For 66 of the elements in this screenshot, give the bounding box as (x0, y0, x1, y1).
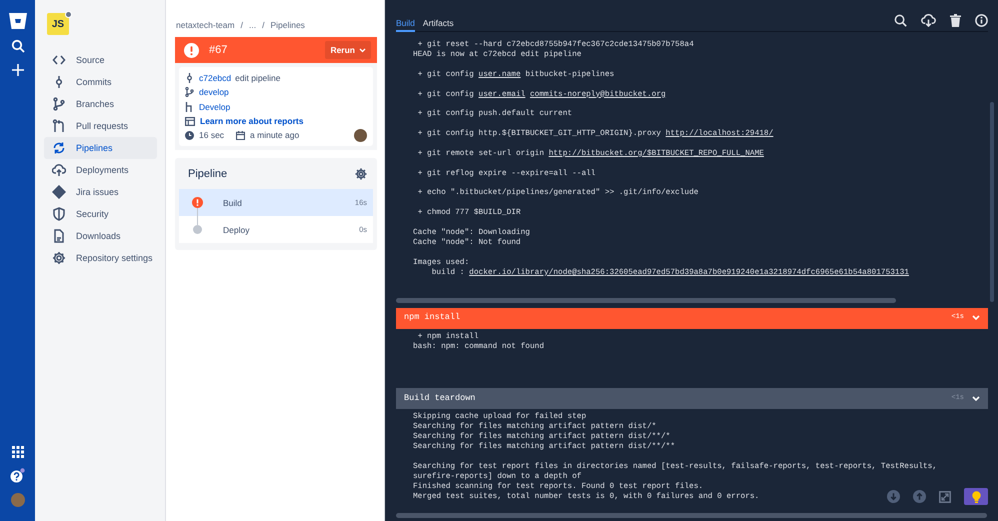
pull-request-icon (52, 119, 66, 133)
author-avatar (354, 128, 367, 142)
rerun-button[interactable]: Rerun (325, 41, 371, 59)
sidebar-item[interactable]: Pipelines (44, 137, 157, 159)
breadcrumb-separator: / (240, 20, 243, 30)
commit-message: edit pipeline (235, 73, 281, 84)
expand-icon[interactable] (939, 490, 951, 502)
repository-avatar[interactable]: JS (47, 13, 69, 35)
caret-icon (359, 48, 366, 52)
sidebar-item[interactable]: Commits (44, 71, 157, 93)
search-icon[interactable] (894, 14, 907, 27)
settings-icon[interactable] (355, 168, 367, 180)
sidebar-item[interactable]: Security (44, 203, 157, 225)
deployment-icon (185, 102, 194, 112)
breadcrumb-link[interactable]: ... (248, 20, 256, 30)
commit-icon (185, 73, 194, 84)
commit-hash-link[interactable]: c72ebcd (199, 73, 232, 84)
diamond-icon (52, 185, 66, 199)
cycle-icon (52, 141, 66, 155)
log-tab[interactable]: Artifacts (422, 18, 454, 32)
deployment-link[interactable]: Develop (199, 102, 230, 112)
branch-icon (185, 87, 194, 98)
bucket-logo-icon[interactable] (8, 13, 26, 29)
trash-icon[interactable] (950, 14, 961, 27)
lightbulb-icon (972, 490, 980, 502)
code-icon (52, 53, 66, 67)
plus-icon[interactable] (10, 63, 24, 77)
log-tab[interactable]: Build (396, 18, 415, 32)
pipeline-title: Pipeline (188, 168, 228, 180)
search-icon[interactable] (10, 39, 24, 53)
sidebar-item[interactable]: Deployments (44, 159, 157, 181)
vertical-scrollbar[interactable] (990, 102, 994, 302)
cloud-upload-icon (52, 163, 66, 177)
log-step-title: npm install (404, 313, 460, 324)
document-icon (52, 229, 66, 243)
info-icon[interactable] (975, 14, 988, 27)
settings-icon (52, 251, 66, 265)
cloud-download-icon[interactable] (921, 14, 936, 27)
sidebar-item[interactable]: Downloads (44, 225, 157, 247)
time-text: a minute ago (250, 130, 300, 140)
shield-icon (52, 207, 66, 221)
breadcrumb-separator: / (262, 20, 264, 30)
sidebar-item[interactable]: Pull requests (44, 115, 157, 137)
tips-button[interactable] (964, 488, 988, 505)
sidebar-item[interactable]: Jira issues (44, 181, 157, 203)
chevron-down-icon[interactable] (972, 315, 980, 322)
log-step-title: Build teardown (404, 394, 476, 404)
clock-icon (185, 130, 194, 140)
chevron-down-icon[interactable] (972, 396, 980, 402)
breadcrumb-link[interactable]: Pipelines (270, 20, 305, 30)
run-number: #67 (209, 44, 228, 56)
reports-link[interactable]: Learn more about reports (200, 116, 304, 126)
app-grid-icon[interactable] (12, 446, 24, 458)
help-icon[interactable] (10, 468, 25, 483)
branch-link[interactable]: develop (199, 87, 229, 98)
sidebar-item[interactable]: Branches (44, 93, 157, 115)
error-icon (184, 42, 199, 58)
branch-icon (52, 97, 66, 111)
horizontal-scrollbar[interactable] (396, 513, 987, 518)
sidebar-item[interactable]: Repository settings (44, 247, 157, 269)
calendar-icon (236, 130, 246, 140)
sidebar-item[interactable]: Source (44, 49, 157, 71)
horizontal-scrollbar[interactable] (396, 298, 896, 303)
report-icon (185, 116, 195, 126)
duration-text: 16 sec (199, 130, 224, 140)
breadcrumb-link[interactable]: netaxtech-team (176, 20, 235, 30)
